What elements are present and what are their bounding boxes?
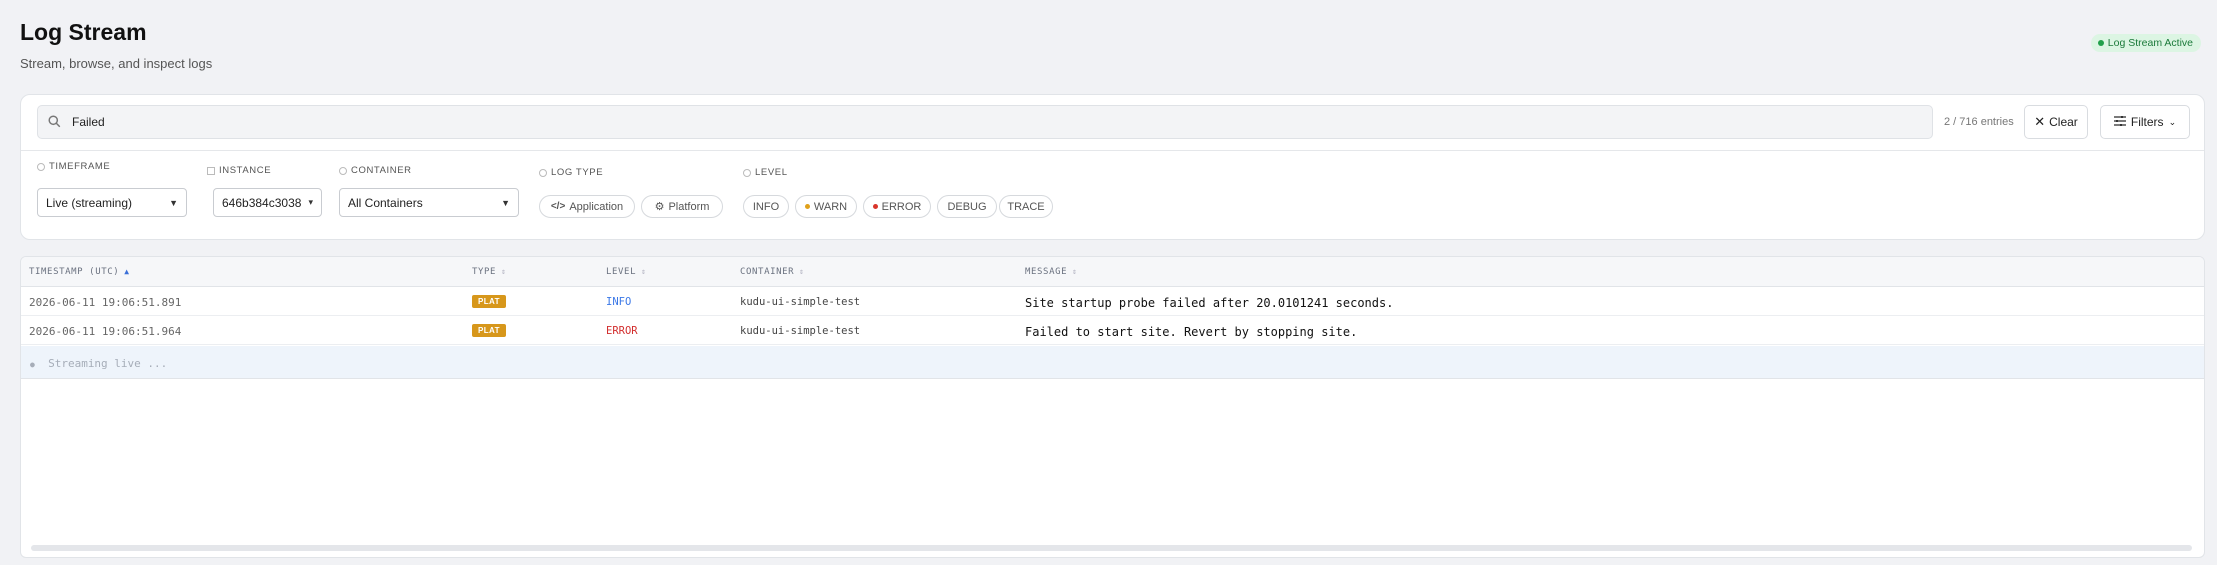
sliders-icon [2113,115,2126,129]
pulse-dot-icon: ● [30,360,35,369]
container-cell: kudu-ui-simple-test [740,296,861,308]
level-filter: LEVEL [743,167,788,178]
status-badge: Log Stream Active [2090,34,2201,52]
filters-button-label: Filters [2130,115,2164,129]
chevron-down-icon: ⌄ [2168,116,2177,127]
container-filter: CONTAINER [339,165,412,176]
chip-level-error[interactable]: ERROR [863,195,931,218]
column-level[interactable]: LEVEL ⇕ [606,267,647,277]
active-dot-icon [2097,40,2104,46]
radio-icon [37,162,45,171]
close-icon: ✕ [2034,114,2046,129]
column-type[interactable]: TYPE ⇕ [472,267,507,277]
timeframe-label: TIMEFRAME [37,161,110,172]
search-input[interactable] [72,115,1872,129]
search-box[interactable] [37,105,1933,139]
filters-button[interactable]: Filters ⌄ [2100,105,2190,139]
timestamp-cell: 2026-06-11 19:06:51.891 [29,296,182,309]
chip-platform[interactable]: ⚙ Platform [641,195,723,218]
log-type-filter: LOG TYPE [539,167,603,178]
gears-icon: ⚙ [654,201,665,213]
container-label: CONTAINER [339,165,412,176]
level-cell: INFO [606,296,632,308]
horizontal-scrollbar[interactable] [31,545,2192,551]
table-header: TIMESTAMP (UTC) ▲ TYPE ⇕ LEVEL ⇕ CONTAINER ⇕… [21,257,2204,287]
page-header: Log Stream Stream, browse, and inspect l… [20,18,212,71]
page-title: Log Stream [20,19,147,45]
sort-icon: ⇕ [1072,267,1078,276]
filter-panel: 2 / 716 entries ✕ Clear Filters ⌄ TIMEFR… [20,94,2205,240]
container-select[interactable]: All Containers ▼ [339,188,519,217]
streaming-indicator: ● Streaming live ... [30,357,168,370]
level-cell: ERROR [606,325,638,337]
clear-button[interactable]: ✕ Clear [2024,105,2088,139]
sort-icon: ⇕ [501,267,507,276]
entry-count: 2 / 716 entries [1944,116,2014,128]
page-subtitle: Stream, browse, and inspect logs [20,56,213,71]
search-row: 2 / 716 entries ✕ Clear Filters ⌄ [37,105,2190,139]
sort-icon: ⇕ [799,267,805,276]
streaming-row: ● Streaming live ... [21,346,2204,379]
log-type-label: LOG TYPE [539,167,603,178]
error-dot-icon [872,204,878,209]
chip-level-info[interactable]: INFO [743,195,789,218]
instance-filter: INSTANCE [207,165,271,176]
divider [21,150,2204,151]
chip-level-warn[interactable]: WARN [795,195,857,218]
type-badge: PLAT [472,324,506,337]
container-cell: kudu-ui-simple-test [740,325,861,337]
radio-icon [539,168,547,177]
column-timestamp[interactable]: TIMESTAMP (UTC) ▲ [29,267,130,277]
message-cell: Failed to start site. Revert by stopping… [1025,325,1358,339]
code-icon: </> [550,201,566,212]
timeframe-filter: TIMEFRAME [37,161,110,172]
level-label: LEVEL [743,167,788,178]
column-message[interactable]: MESSAGE ⇕ [1025,267,1078,277]
checkbox-icon [207,166,215,175]
status-badge-label: Log Stream Active [2107,37,2193,49]
timeframe-select[interactable]: Live (streaming) ▼ [37,188,187,217]
log-table: TIMESTAMP (UTC) ▲ TYPE ⇕ LEVEL ⇕ CONTAINER ⇕… [20,256,2205,558]
radio-icon [743,168,751,177]
table-row[interactable]: 2026-06-11 19:06:51.891 PLAT INFO kudu-u… [21,287,2204,316]
chip-level-trace[interactable]: TRACE [999,195,1053,218]
type-badge: PLAT [472,295,506,308]
sort-icon: ⇕ [641,267,647,276]
chip-level-debug[interactable]: DEBUG [937,195,997,218]
caret-down-icon: ▾ [308,197,313,207]
timestamp-cell: 2026-06-11 19:06:51.964 [29,325,182,338]
clear-button-label: Clear [2049,115,2078,129]
chevron-down-icon: ▼ [169,197,178,208]
chip-application[interactable]: </> Application [539,195,635,218]
message-cell: Site startup probe failed after 20.01012… [1025,296,1394,310]
chevron-down-icon: ▼ [501,197,510,208]
column-container[interactable]: CONTAINER ⇕ [740,267,805,277]
search-icon [48,115,62,129]
sort-asc-icon: ▲ [124,267,130,276]
radio-icon [339,166,347,175]
warn-dot-icon [804,204,810,209]
table-row[interactable]: 2026-06-11 19:06:51.964 PLAT ERROR kudu-… [21,316,2204,345]
instance-select[interactable]: 646b384c3038 ▾ [213,188,322,217]
instance-label: INSTANCE [207,165,271,176]
